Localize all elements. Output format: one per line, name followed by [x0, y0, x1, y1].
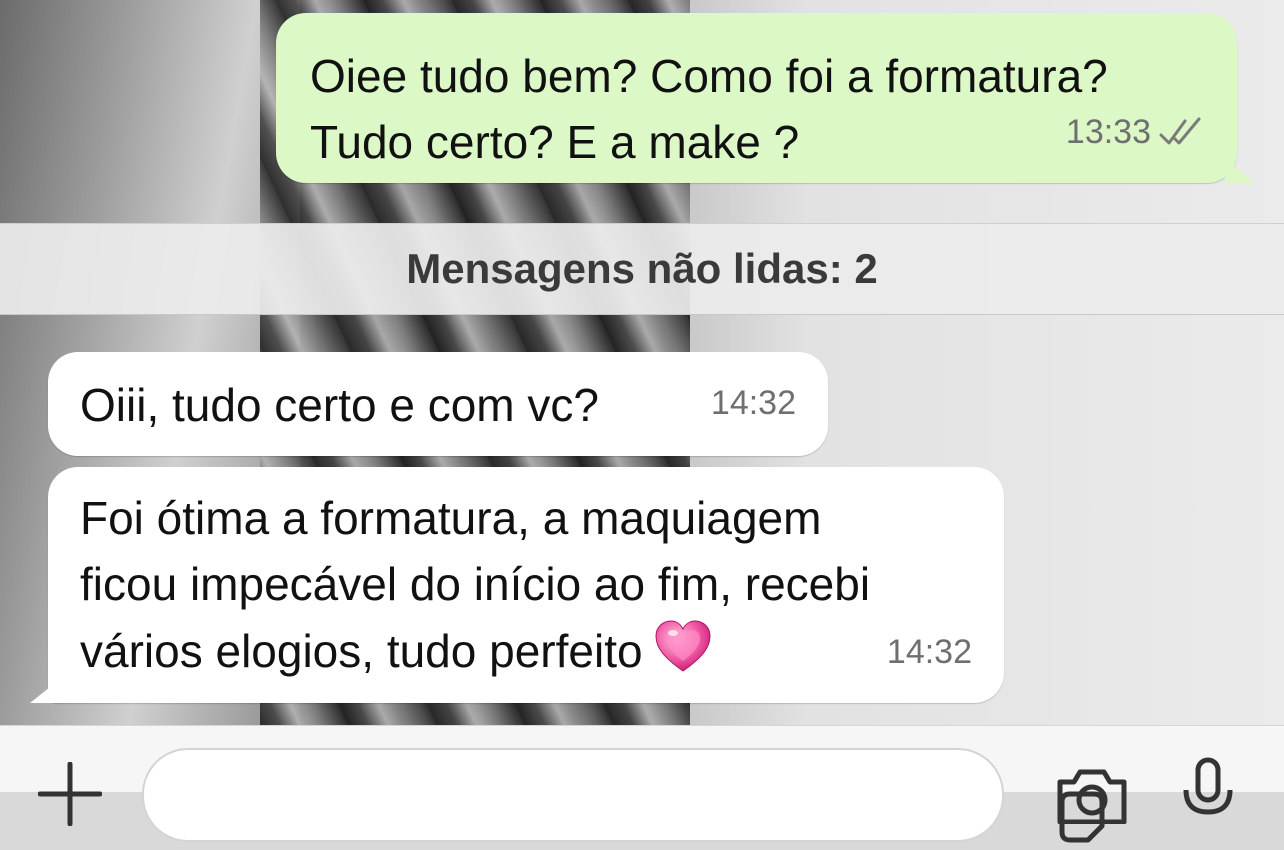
message-meta: 13:33 [1066, 99, 1207, 165]
bubble-tail [1225, 159, 1255, 183]
message-line: ficou impecável do início ao fim, recebi [80, 558, 871, 610]
message-line: Foi ótima a formatura, a maquiagem [80, 492, 822, 544]
incoming-message-bubble[interactable]: Foi ótima a formatura, a maquiagem ficou… [30, 467, 1004, 703]
message-line: Oiii, tudo certo e com vc? [80, 379, 599, 431]
unread-messages-label: Mensagens não lidas: 2 [406, 245, 878, 292]
plus-icon[interactable] [38, 762, 102, 826]
message-input-bar [0, 725, 1284, 843]
heart-emoji [655, 620, 711, 672]
message-text: Oiee tudo bem? Como foi a formatura? Tud… [310, 43, 1108, 175]
message-input-field[interactable] [142, 748, 1105, 843]
message-text: Oiii, tudo certo e com vc? [80, 372, 599, 438]
message-line: Oiee tudo bem? Como foi a formatura? [310, 50, 1108, 102]
unread-messages-divider: Mensagens não lidas: 2 [0, 223, 1284, 315]
message-line: vários elogios, tudo perfeito [80, 625, 643, 677]
message-time: 14:32 [886, 633, 972, 671]
message-time: 14:32 [710, 384, 796, 422]
bubble-tail [30, 679, 60, 703]
message-meta: 14:32 [711, 370, 796, 436]
microphone-icon[interactable] [1180, 756, 1236, 826]
message-line: Tudo certo? E a make ? [310, 116, 800, 168]
message-line-with-emoji: vários elogios, tudo perfeito [80, 617, 870, 684]
camera-icon[interactable] [1054, 764, 1130, 824]
outgoing-message-bubble[interactable]: Oiee tudo bem? Como foi a formatura? Tud… [276, 13, 1255, 183]
message-text: Foi ótima a formatura, a maquiagem ficou… [80, 485, 870, 684]
incoming-message-bubble[interactable]: Oiii, tudo certo e com vc? 14:32 [48, 352, 828, 456]
double-check-icon [1159, 117, 1201, 145]
message-time: 13:33 [1065, 113, 1151, 151]
message-meta: 14:32 [887, 619, 972, 685]
